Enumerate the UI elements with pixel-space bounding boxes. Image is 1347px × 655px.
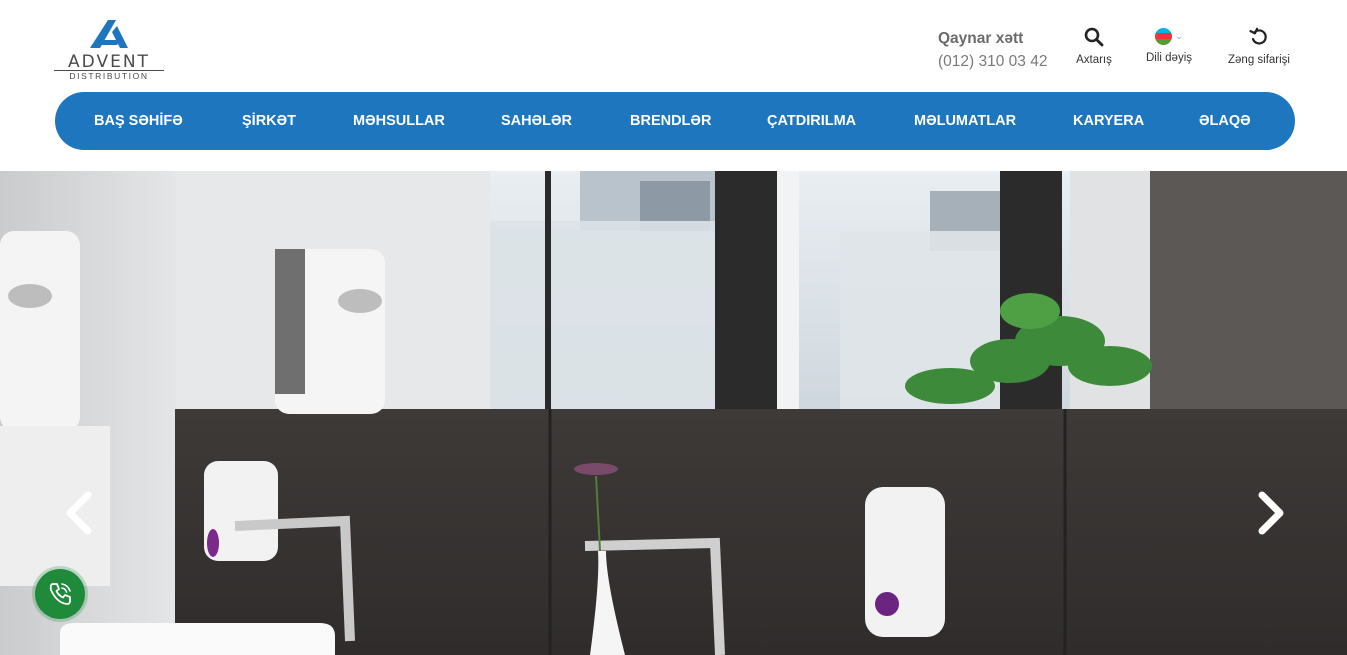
chevron-right-icon bbox=[1258, 491, 1284, 535]
logo-wordmark: ADVENT bbox=[68, 52, 150, 72]
hero-slider bbox=[0, 171, 1347, 655]
slider-next-button[interactable] bbox=[1250, 491, 1290, 535]
hotline-phone[interactable]: (012) 310 03 42 bbox=[938, 53, 1047, 71]
callback-label: Zəng sifarişi bbox=[1228, 54, 1290, 66]
nav-item-delivery[interactable]: ÇATDIRILMA bbox=[767, 92, 856, 150]
callback-request-button[interactable]: Zəng sifarişi bbox=[1222, 27, 1296, 66]
hero-slide-image bbox=[0, 171, 1347, 655]
nav-item-contact[interactable]: ƏLAQƏ bbox=[1199, 92, 1251, 150]
main-navigation: BAŞ SƏHİFƏ ŞİRKƏT MƏHSULLAR SAHƏLƏR BREN… bbox=[55, 92, 1295, 150]
logo-subtitle: DISTRIBUTION bbox=[69, 71, 149, 81]
hotline: Qaynar xətt (012) 310 03 42 bbox=[938, 30, 1047, 71]
chevron-left-icon bbox=[66, 491, 92, 535]
site-header: ADVENT DISTRIBUTION Qaynar xətt (012) 31… bbox=[0, 0, 1347, 171]
language-label: Dili dəyiş bbox=[1145, 52, 1192, 64]
slider-prev-button[interactable] bbox=[60, 491, 100, 535]
nav-item-home[interactable]: BAŞ SƏHİFƏ bbox=[94, 92, 183, 150]
language-switcher[interactable]: ⌄ Dili dəyiş bbox=[1140, 27, 1198, 64]
nav-item-sectors[interactable]: SAHƏLƏR bbox=[501, 92, 572, 150]
nav-item-products[interactable]: MƏHSULLAR bbox=[353, 92, 445, 150]
chevron-down-icon: ⌄ bbox=[1175, 30, 1183, 41]
nav-item-careers[interactable]: KARYERA bbox=[1073, 92, 1144, 150]
nav-item-brands[interactable]: BRENDLƏR bbox=[630, 92, 711, 150]
search-icon bbox=[1084, 27, 1104, 47]
call-button[interactable] bbox=[35, 569, 85, 619]
callback-icon bbox=[1249, 27, 1267, 45]
azerbaijan-flag-icon bbox=[1155, 27, 1173, 45]
brand-logo[interactable]: ADVENT DISTRIBUTION bbox=[54, 18, 166, 81]
search-button[interactable]: Axtarış bbox=[1072, 27, 1116, 66]
search-label: Axtarış bbox=[1076, 54, 1112, 66]
hotline-label: Qaynar xətt bbox=[938, 30, 1024, 47]
logo-mark-icon bbox=[90, 20, 128, 48]
nav-item-information[interactable]: MƏLUMATLAR bbox=[914, 92, 1016, 150]
nav-item-company[interactable]: ŞİRKƏT bbox=[242, 92, 296, 150]
phone-call-icon bbox=[49, 583, 71, 605]
